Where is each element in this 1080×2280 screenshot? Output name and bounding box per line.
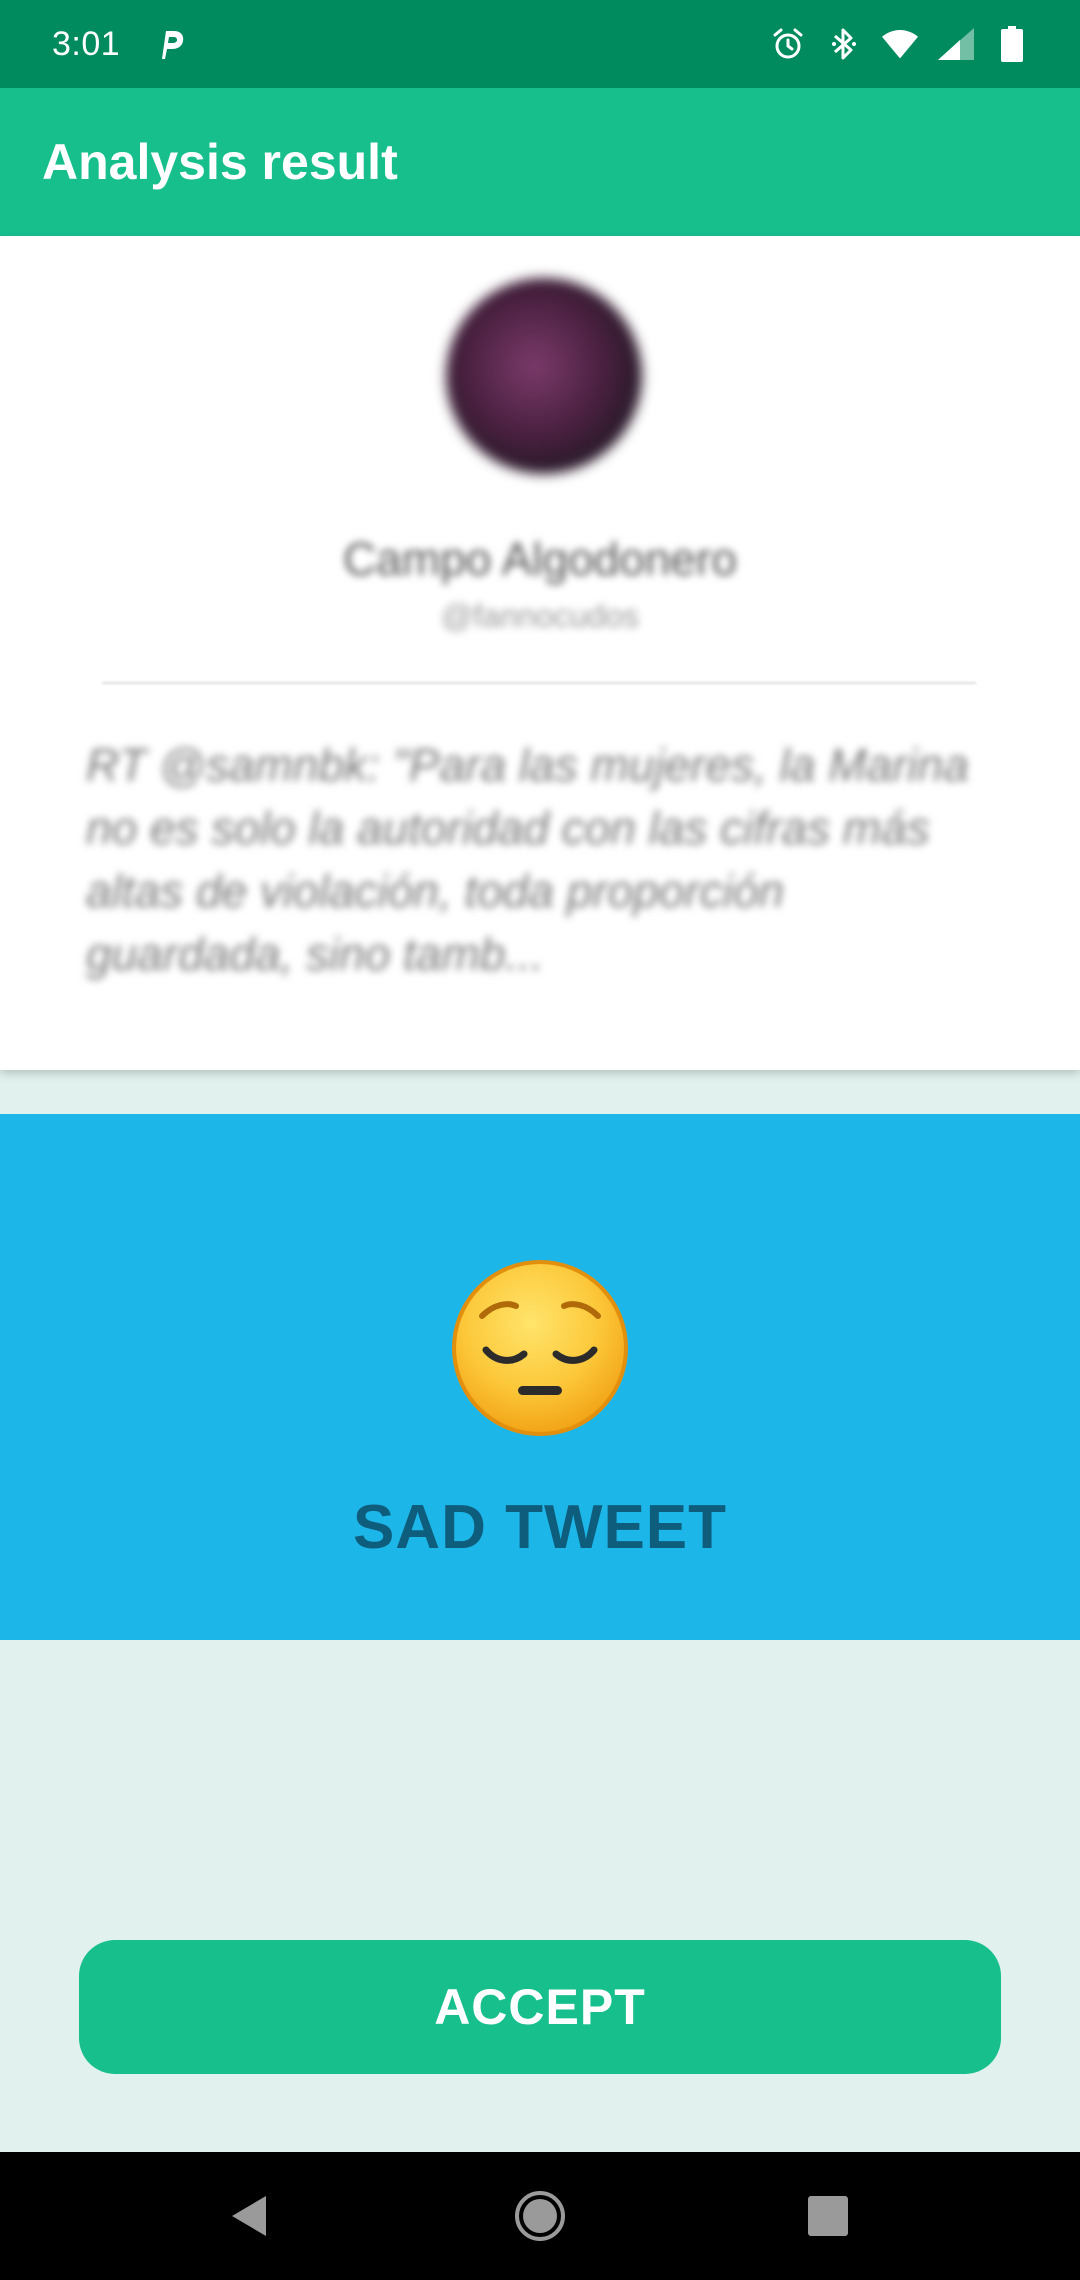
navigation-bar [0, 2152, 1080, 2280]
back-icon[interactable] [212, 2180, 284, 2252]
page-title: Analysis result [42, 134, 398, 190]
pensive-face-icon [450, 1258, 630, 1438]
tweet-user-name: Campo Algodonero [343, 533, 737, 585]
bluetooth-icon [826, 26, 862, 62]
avatar [446, 278, 642, 474]
app-bar: Analysis result [0, 88, 1080, 236]
parking-app-icon [156, 27, 186, 61]
signal-icon [938, 26, 974, 62]
tweet-card: Campo Algodonero @fannocudos RT @samnbk:… [0, 236, 1080, 1070]
card-divider [102, 682, 976, 684]
alarm-icon [770, 26, 806, 62]
tweet-text: RT @samnbk: "Para las mujeres, la Marina… [86, 739, 969, 980]
status-time: 3:01 [52, 24, 121, 63]
battery-icon [994, 26, 1030, 62]
status-icons [770, 26, 1030, 62]
accept-button[interactable]: ACCEPT [79, 1940, 1001, 2074]
status-bar: 3:01 [0, 0, 1080, 88]
tweet-user-handle: @fannocudos [441, 598, 639, 634]
wifi-icon [882, 26, 918, 62]
recents-icon[interactable] [792, 2180, 864, 2252]
result-panel: SAD TWEET [0, 1114, 1080, 1640]
result-label: SAD TWEET [352, 1493, 728, 1562]
home-icon[interactable] [504, 2180, 576, 2252]
